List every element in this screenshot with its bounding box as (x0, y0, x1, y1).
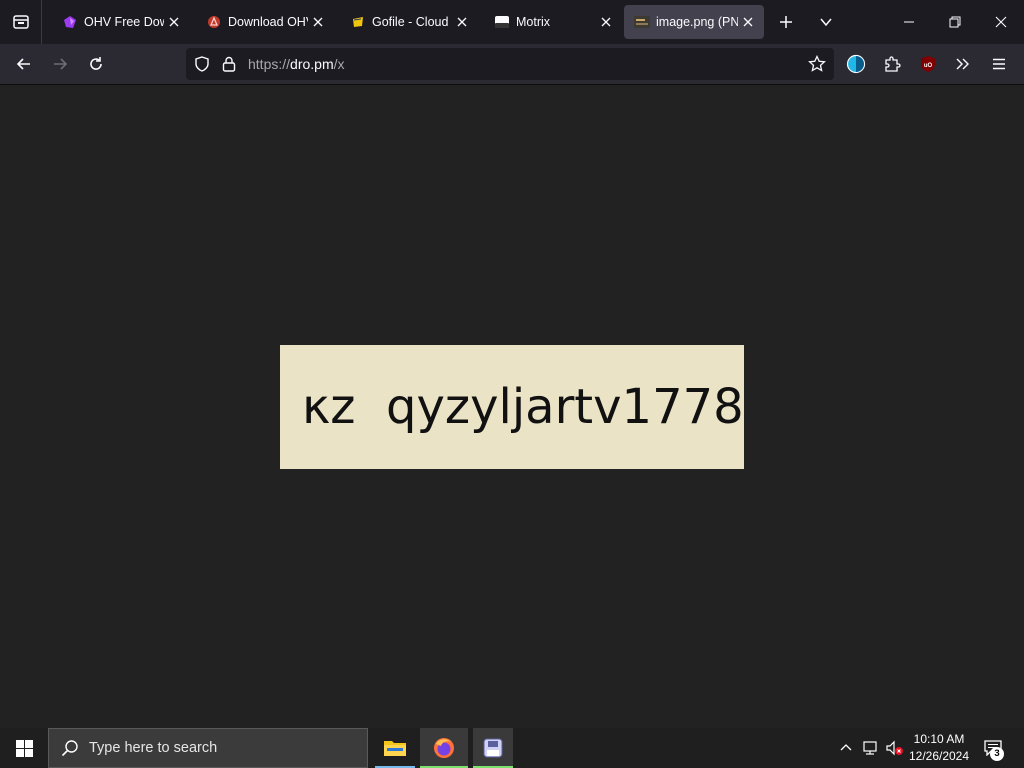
lock-icon[interactable] (222, 56, 236, 77)
close-icon[interactable] (452, 12, 472, 32)
reload-icon (90, 57, 102, 70)
new-tab-button[interactable] (770, 6, 802, 38)
reload-button[interactable] (80, 48, 112, 80)
network-tray-button[interactable] (860, 728, 882, 768)
firefox-view-button[interactable] (0, 0, 42, 44)
image-text: κz qyzyljartv1778 (302, 379, 744, 435)
firefox-view-icon (12, 15, 29, 29)
list-all-tabs-button[interactable] (810, 6, 842, 38)
search-placeholder: Type here to search (89, 740, 218, 756)
gofile-logo-icon (350, 14, 366, 30)
windows-taskbar: Type here to search 10:10 AM 12/26/2024 … (0, 728, 1024, 768)
chevron-up-icon (840, 744, 852, 751)
page-content: κz qyzyljartv1778 (0, 85, 1024, 728)
notification-count-badge: 3 (990, 747, 1004, 761)
taskbar-search-box[interactable]: Type here to search (48, 728, 368, 768)
app-menu-button[interactable] (983, 48, 1015, 80)
save-disk-icon (483, 738, 503, 758)
search-icon (61, 740, 78, 757)
tab-title: Motrix (516, 15, 551, 29)
volume-tray-button[interactable] (884, 728, 906, 768)
network-icon (863, 741, 877, 755)
tab-download-ohv[interactable]: Download OHV (194, 5, 334, 39)
ublock-origin-button[interactable]: uO (912, 48, 944, 80)
close-icon[interactable] (738, 12, 758, 32)
svg-text:uO: uO (924, 63, 933, 69)
shield-icon[interactable] (194, 56, 210, 77)
show-hidden-icons-button[interactable] (836, 728, 856, 768)
close-icon (995, 16, 1007, 28)
hamburger-menu-icon (993, 58, 1005, 70)
minimize-button[interactable] (886, 0, 932, 44)
displayed-image[interactable]: κz qyzyljartv1778 (280, 345, 744, 469)
firefox-logo-icon (434, 738, 454, 758)
taskbar-file-explorer[interactable] (375, 728, 415, 768)
url-scheme: https:// (248, 56, 291, 72)
navigation-toolbar: https://dro.pm/x uO (0, 44, 1024, 85)
close-window-button[interactable] (978, 0, 1024, 44)
restore-button[interactable] (932, 0, 978, 44)
red-circle-logo-icon (206, 14, 222, 30)
tab-title: OHV Free Down (84, 15, 164, 29)
puzzle-piece-icon (885, 56, 901, 72)
url-text[interactable]: https://dro.pm/x (248, 48, 345, 80)
image-thumbnail-icon (634, 14, 650, 30)
tab-ohv-free-download[interactable]: OHV Free Down (50, 5, 190, 39)
tab-strip: OHV Free Down Download OHV Gofile - Clou… (0, 0, 1024, 44)
plus-icon (780, 16, 792, 28)
blue-circle-extension-icon (846, 54, 866, 74)
windows-logo-icon (15, 739, 33, 757)
arrow-right-icon (54, 58, 68, 70)
double-chevron-right-icon (956, 58, 969, 70)
tab-gofile[interactable]: Gofile - Cloud St (338, 5, 478, 39)
tab-title: image.png (PNG (656, 15, 738, 29)
url-bar[interactable]: https://dro.pm/x (186, 48, 834, 80)
chevron-down-icon (820, 18, 832, 27)
extension-blue-button[interactable] (840, 48, 872, 80)
tab-motrix[interactable]: Motrix (482, 5, 622, 39)
taskbar-clock[interactable]: 10:10 AM 12/26/2024 (904, 731, 974, 765)
extensions-button[interactable] (876, 48, 908, 80)
motrix-logo-icon (494, 14, 510, 30)
close-icon[interactable] (596, 12, 616, 32)
taskbar-app-floppy[interactable] (473, 728, 513, 768)
volume-muted-icon (886, 740, 903, 756)
url-path: /x (333, 56, 345, 72)
bookmark-star-icon[interactable] (808, 54, 826, 78)
start-button[interactable] (0, 728, 48, 768)
arrow-left-icon (16, 58, 30, 70)
close-icon[interactable] (308, 12, 328, 32)
clock-date: 12/26/2024 (908, 749, 970, 763)
ublock-shield-icon: uO (921, 56, 935, 72)
ohv-logo-icon (62, 14, 78, 30)
folder-icon (384, 741, 406, 756)
tab-title: Gofile - Cloud St (372, 15, 452, 29)
minimize-icon (904, 21, 914, 23)
tab-title: Download OHV (228, 15, 308, 29)
taskbar-firefox[interactable] (420, 728, 468, 768)
action-center-button[interactable]: 3 (978, 728, 1008, 768)
tab-image-png[interactable]: image.png (PNG (624, 5, 764, 39)
url-host: dro.pm (290, 56, 334, 72)
more-tools-button[interactable] (947, 48, 979, 80)
back-button[interactable] (8, 48, 40, 80)
close-icon[interactable] (164, 12, 184, 32)
clock-time: 10:10 AM (913, 732, 965, 746)
restore-icon (949, 16, 961, 28)
forward-button[interactable] (44, 48, 76, 80)
